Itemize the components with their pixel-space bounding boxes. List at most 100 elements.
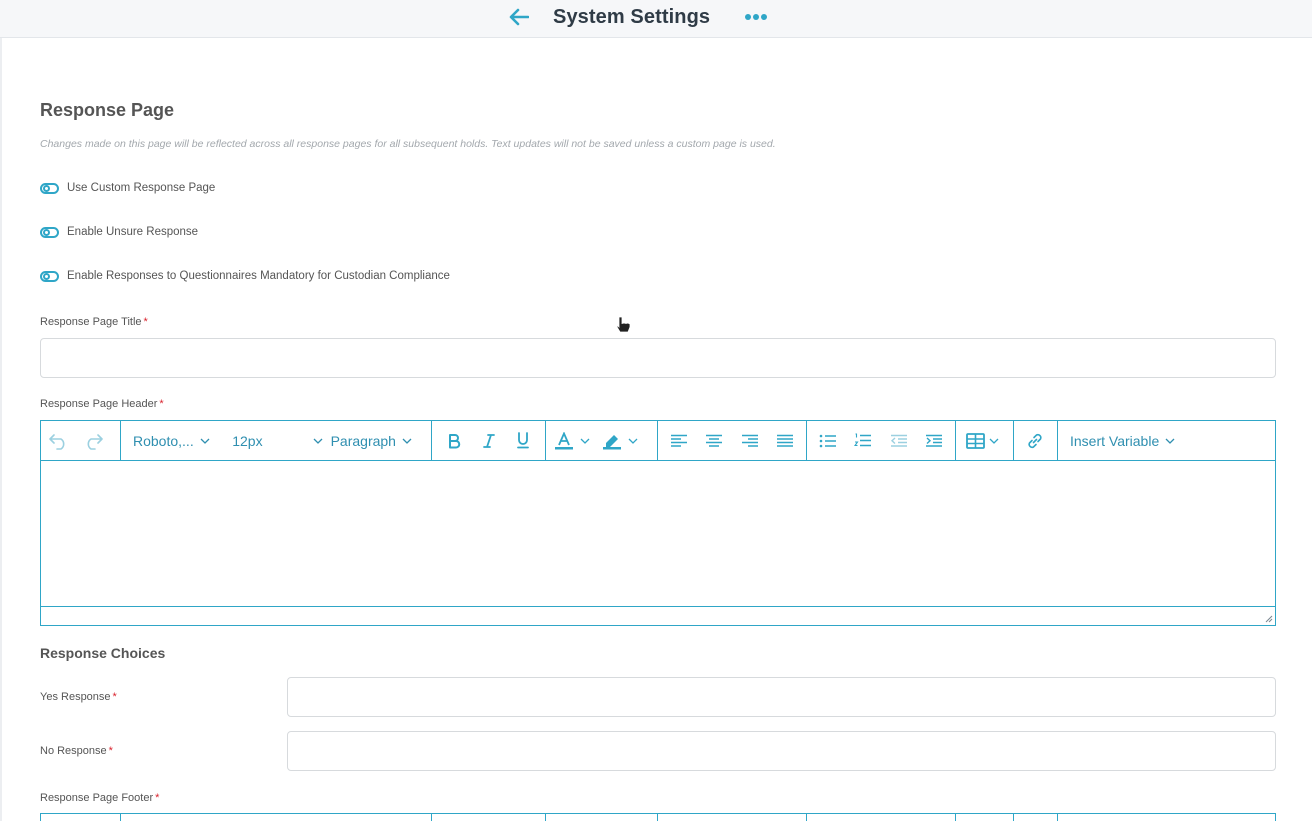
content-edge [0, 38, 2, 821]
insert-link-button[interactable] [1026, 421, 1044, 461]
required-marker: * [159, 398, 164, 410]
italic-button[interactable] [479, 421, 499, 461]
more-options-button[interactable] [742, 6, 770, 28]
variable-group: Insert Variable [1058, 421, 1187, 461]
resize-grip-icon[interactable] [1263, 613, 1273, 623]
chevron-down-icon [580, 438, 590, 444]
toggle-enable-unsure-response[interactable]: Enable Unsure Response [40, 226, 198, 238]
chevron-down-icon [402, 438, 412, 444]
toggle-switch-icon[interactable] [40, 226, 59, 238]
outdent-icon [890, 434, 907, 447]
toggle-switch-icon[interactable] [40, 182, 59, 194]
chevron-down-icon [313, 438, 323, 444]
chevron-down-icon [989, 438, 999, 444]
label-text: Response Page Footer [40, 792, 154, 804]
underline-button[interactable] [513, 421, 533, 461]
format-group: Roboto,... 12px Paragraph [121, 420, 432, 461]
response-page-header-label: Response Page Header * [40, 398, 164, 410]
chevron-down-icon [200, 438, 210, 444]
italic-icon [482, 433, 495, 448]
align-justify-icon [776, 434, 793, 447]
align-right-icon [741, 434, 758, 447]
link-icon [1028, 433, 1042, 448]
yes-response-label: Yes Response * [40, 691, 117, 703]
toolbar-divider [806, 814, 807, 821]
numbered-list-icon [854, 433, 872, 447]
editor-toolbar: Roboto,... 12px Paragraph Insert Variabl… [41, 420, 1275, 461]
response-page-title-input[interactable] [40, 338, 1276, 378]
font-size-value: 12px [232, 432, 263, 449]
table-group [956, 420, 1014, 461]
toolbar-divider [1057, 814, 1058, 821]
toolbar-divider [545, 814, 546, 821]
back-button[interactable] [506, 5, 532, 29]
toggle-enable-questionnaire-mandatory[interactable]: Enable Responses to Questionnaires Manda… [40, 270, 450, 282]
required-marker: * [143, 316, 148, 328]
label-text: Response Page Header [40, 398, 158, 410]
label-text: Response Page Title [40, 316, 142, 328]
response-page-footer-editor [40, 813, 1276, 821]
align-right-button[interactable] [741, 421, 759, 461]
toolbar-divider [657, 814, 658, 821]
insert-table-button[interactable] [966, 421, 999, 461]
align-left-icon [671, 434, 687, 447]
list-group [807, 420, 956, 461]
undo-button[interactable] [49, 421, 69, 461]
align-center-icon [706, 434, 723, 447]
toolbar-divider [431, 814, 432, 821]
editor-status-bar [41, 607, 1275, 625]
toolbar-divider [120, 814, 121, 821]
required-marker: * [108, 745, 113, 757]
block-format-value: Paragraph [330, 432, 396, 449]
link-group [1014, 420, 1058, 461]
toggle-switch-icon[interactable] [40, 270, 59, 282]
highlighter-icon [603, 434, 621, 449]
history-group [41, 420, 121, 461]
redo-icon [87, 433, 103, 450]
chevron-down-icon [628, 438, 638, 444]
indent-button[interactable] [925, 421, 943, 461]
align-center-button[interactable] [705, 421, 723, 461]
top-bar: System Settings [0, 0, 1312, 38]
response-page-header-editor: Roboto,... 12px Paragraph Insert Variabl… [40, 420, 1276, 626]
toggle-label: Use Custom Response Page [67, 182, 216, 194]
toggle-label: Enable Unsure Response [67, 226, 199, 238]
label-text: No Response [40, 745, 107, 757]
undo-icon [49, 433, 65, 450]
arrow-left-icon [509, 8, 529, 26]
bold-icon [449, 433, 461, 448]
font-size-dropdown[interactable]: 12px [232, 421, 330, 461]
numbered-list-button[interactable] [854, 421, 872, 461]
redo-button[interactable] [83, 421, 103, 461]
toolbar-divider [1013, 814, 1014, 821]
section-title: Response Page [40, 100, 175, 120]
font-family-dropdown[interactable]: Roboto,... [133, 421, 232, 461]
highlight-color-button[interactable] [602, 421, 638, 461]
response-choices-title: Response Choices [40, 645, 166, 661]
align-left-button[interactable] [670, 421, 688, 461]
bullet-list-icon [819, 434, 836, 447]
bold-button[interactable] [444, 421, 464, 461]
label-text: Yes Response [40, 691, 111, 703]
outdent-button[interactable] [890, 421, 908, 461]
font-color-icon [555, 431, 573, 449]
text-style-group [432, 420, 546, 461]
yes-response-input[interactable] [287, 677, 1276, 717]
block-format-dropdown[interactable]: Paragraph [331, 421, 419, 461]
response-page-title-label: Response Page Title * [40, 316, 148, 328]
toolbar-divider [955, 814, 956, 821]
response-page-footer-label: Response Page Footer * [40, 792, 159, 804]
insert-variable-dropdown[interactable]: Insert Variable [1070, 421, 1175, 461]
text-color-button[interactable] [554, 421, 590, 461]
insert-variable-label: Insert Variable [1070, 432, 1160, 449]
no-response-label: No Response * [40, 745, 113, 757]
align-justify-button[interactable] [776, 421, 794, 461]
bullet-list-button[interactable] [819, 421, 837, 461]
editor-content-area[interactable] [41, 461, 1275, 607]
required-marker: * [155, 792, 160, 804]
toggle-label: Enable Responses to Questionnaires Manda… [67, 270, 450, 282]
more-horizontal-icon [745, 14, 767, 20]
toggle-use-custom-response-page[interactable]: Use Custom Response Page [40, 182, 215, 194]
no-response-input[interactable] [287, 731, 1276, 771]
required-marker: * [112, 691, 117, 703]
